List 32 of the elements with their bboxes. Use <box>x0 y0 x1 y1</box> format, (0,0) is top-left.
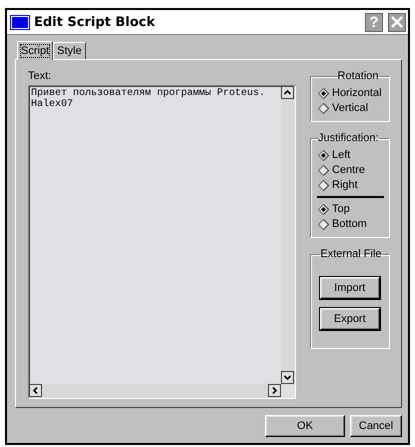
dialog-button[interactable]: Cancel <box>350 415 402 437</box>
window-title: Edit Script Block <box>34 14 156 30</box>
tab[interactable]: Style <box>53 42 86 59</box>
group-title: Rotation <box>338 70 379 82</box>
dialog-button[interactable]: Import <box>320 277 380 299</box>
radio-option[interactable]: Centre <box>318 163 383 177</box>
radio-diamond-icon[interactable] <box>318 164 329 176</box>
radio-diamond-icon[interactable] <box>318 102 329 114</box>
field-label: Text: <box>28 70 52 82</box>
scroll-up-icon[interactable] <box>281 86 294 99</box>
radio-diamond-icon[interactable] <box>318 180 329 190</box>
radio-diamond-icon[interactable] <box>318 150 329 160</box>
scroll-left-icon[interactable] <box>29 384 42 397</box>
radio-option[interactable]: Vertical <box>318 101 383 115</box>
radio-option[interactable]: Bottom <box>318 217 383 231</box>
dialog-button[interactable]: OK <box>265 415 345 437</box>
dialog-button[interactable]: Export <box>320 308 380 330</box>
close-button[interactable] <box>388 12 406 32</box>
radio-diamond-icon[interactable] <box>318 218 329 230</box>
radio-option[interactable]: Right <box>318 178 383 192</box>
script-text-area[interactable]: Привет пользователям программы Proteus. Halex07 <box>28 85 296 399</box>
radio-diamond-icon[interactable] <box>318 204 329 214</box>
app-icon <box>11 16 29 28</box>
scroll-down-icon[interactable] <box>281 371 294 384</box>
group-title: Justification: <box>318 132 379 144</box>
radio-option[interactable]: Left <box>318 148 383 162</box>
tab[interactable]: Script <box>17 41 54 60</box>
radio-option[interactable]: Horizontal <box>318 86 383 100</box>
radio-diamond-icon[interactable] <box>318 88 329 98</box>
scroll-right-icon[interactable] <box>268 384 281 397</box>
group-title: External File <box>320 248 382 260</box>
radio-option[interactable]: Top <box>318 202 383 216</box>
